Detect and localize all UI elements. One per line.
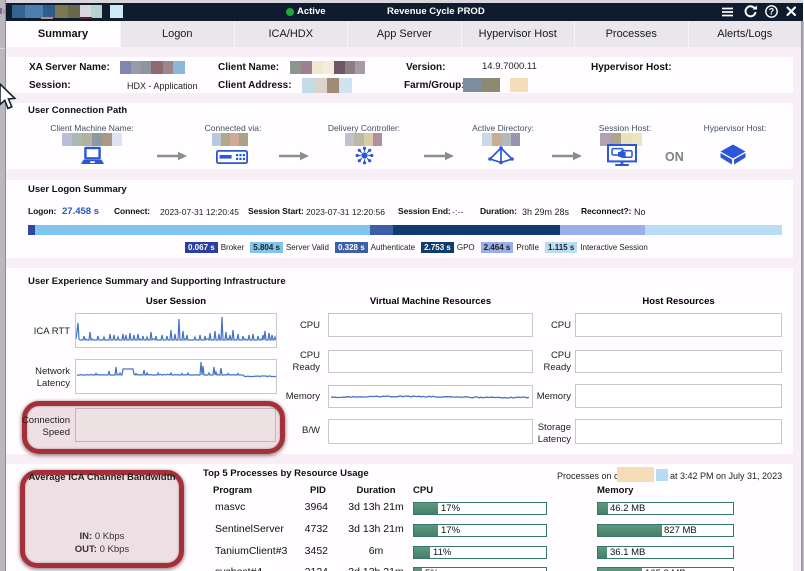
svg-text:?: ? (769, 7, 775, 17)
